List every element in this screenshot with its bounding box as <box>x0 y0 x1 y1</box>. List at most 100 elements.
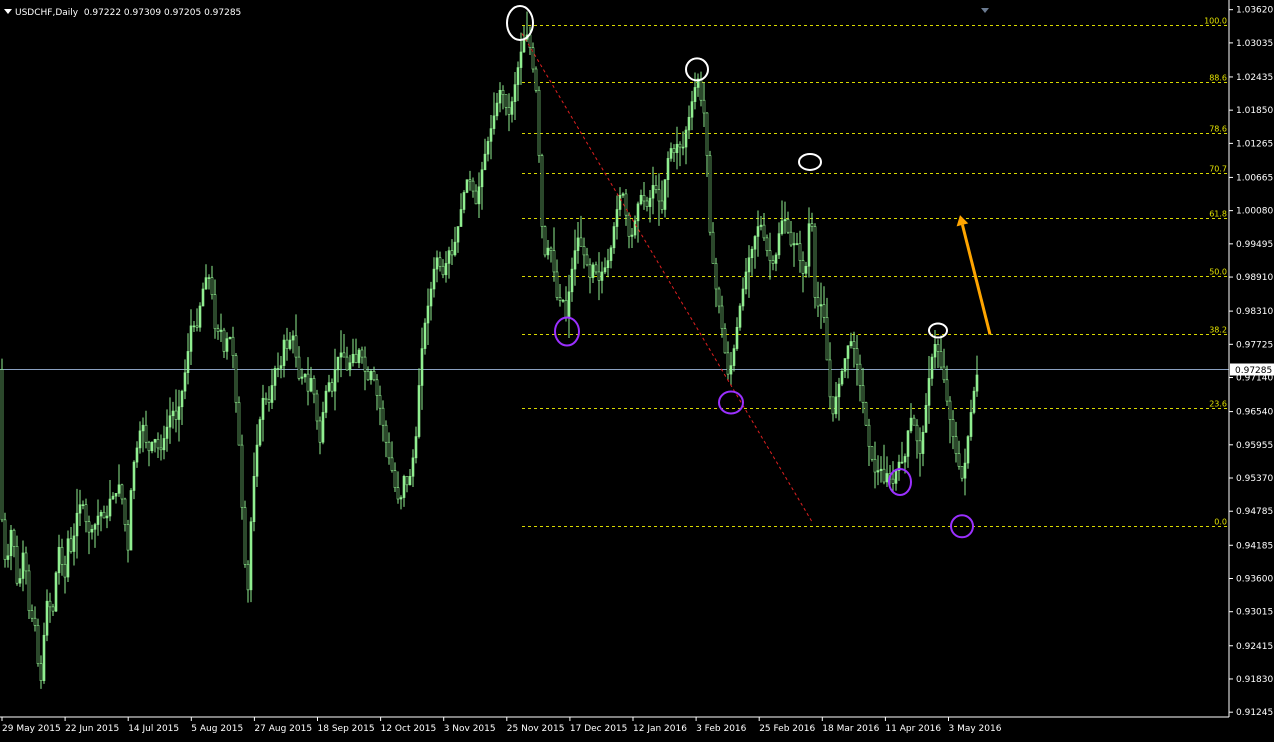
x-tick-label: 22 Jun 2015 <box>65 724 119 734</box>
y-tick-label: 1.01850 <box>1236 106 1273 116</box>
candle-body <box>261 397 265 420</box>
candle-body <box>306 373 310 392</box>
y-tick-label: 0.99495 <box>1236 240 1273 250</box>
swing-high-marker <box>685 57 709 82</box>
candle-body <box>84 504 88 523</box>
candle-body <box>45 600 49 636</box>
candle-body <box>522 38 526 53</box>
candle-body <box>276 368 280 370</box>
candle-body <box>264 397 268 400</box>
candle-body <box>918 440 922 454</box>
candle-body <box>429 288 433 307</box>
fib-level-label: 100.0 <box>1204 17 1227 26</box>
candle-body <box>735 326 739 349</box>
candle-body <box>507 107 511 115</box>
candle-body <box>270 385 274 403</box>
candle-body <box>384 424 388 443</box>
candle-body <box>156 439 160 449</box>
candle-body <box>243 507 247 565</box>
candle-body <box>393 470 397 488</box>
candle-body <box>540 155 544 227</box>
candle-body <box>759 224 763 227</box>
price-chart[interactable]: 100.0 88.6 78.6 70.7 61.8 50.0 38.2 23.6 0.0 0.9… <box>0 0 1274 738</box>
candle-body <box>216 328 220 332</box>
dropdown-triangle-icon[interactable] <box>4 9 12 14</box>
candle-body <box>510 101 514 115</box>
candle-body <box>873 458 877 473</box>
y-tick-label: 1.00665 <box>1236 173 1273 183</box>
x-tick-label: 25 Feb 2016 <box>759 724 815 734</box>
y-tick-label: 0.95955 <box>1236 441 1273 451</box>
candle-body <box>330 382 334 392</box>
candle-body <box>279 365 283 369</box>
candle-body <box>867 424 871 447</box>
trend-line-group <box>521 33 813 522</box>
candle-body <box>786 219 790 233</box>
candle-body <box>975 374 979 392</box>
candle-body <box>483 153 487 171</box>
candle-body <box>702 99 706 114</box>
candle-body <box>813 226 817 298</box>
x-tick-label: 11 Apr 2016 <box>885 724 941 734</box>
x-tick-label: 3 Nov 2015 <box>444 724 496 734</box>
candle-body <box>558 297 562 301</box>
candle-body <box>312 378 316 395</box>
up-arrow-head-icon <box>956 215 969 227</box>
candle-body <box>858 363 862 386</box>
candle-body <box>948 400 952 420</box>
candle-body <box>357 349 361 364</box>
candle-body <box>426 305 430 324</box>
candle-body <box>906 430 910 457</box>
candle-body <box>684 129 688 148</box>
candle-body <box>435 257 439 270</box>
x-tick-label: 27 Aug 2015 <box>254 724 312 734</box>
candle-body <box>915 424 919 442</box>
candle-body <box>750 248 754 259</box>
candle-body <box>825 317 829 361</box>
candle-body <box>213 294 217 330</box>
y-tick-label: 0.94785 <box>1236 507 1273 517</box>
candle-body <box>492 115 496 129</box>
candle-body <box>969 412 973 437</box>
candle-body <box>147 441 151 452</box>
candle-body <box>690 101 694 118</box>
candle-body <box>633 220 637 236</box>
candle-body <box>351 353 355 364</box>
chart-area[interactable]: 100.0 88.6 78.6 70.7 61.8 50.0 38.2 23.6 0.0 0.9… <box>0 0 1274 738</box>
candle-body <box>438 257 442 267</box>
candle-body <box>447 250 451 264</box>
candle-body <box>801 260 805 274</box>
candle-body <box>72 535 76 552</box>
candle-body <box>486 141 490 155</box>
candle-body <box>834 396 838 415</box>
candle-body <box>846 345 850 359</box>
candle-body <box>360 349 364 358</box>
candle-body <box>411 457 415 477</box>
candle-body <box>159 447 163 451</box>
candle-body <box>36 625 40 664</box>
x-tick-label: 12 Oct 2015 <box>381 724 437 734</box>
candle-body <box>828 359 832 398</box>
candle-body <box>870 446 874 460</box>
candle-body <box>636 203 640 222</box>
candle-body <box>879 468 883 471</box>
candle-body <box>177 406 181 420</box>
candle-body <box>585 254 589 266</box>
candle-body <box>96 515 100 525</box>
candle-body <box>453 241 457 256</box>
candle-body <box>714 263 718 290</box>
x-tick-label: 3 May 2016 <box>949 724 1002 734</box>
candle-body <box>705 112 709 156</box>
candle-body <box>576 237 580 251</box>
candle-body <box>180 390 184 408</box>
y-tick-label: 0.95370 <box>1236 474 1273 484</box>
candle-body <box>564 300 568 318</box>
candle-body <box>105 515 109 519</box>
candle-body <box>543 226 547 256</box>
x-tick-label: 18 Mar 2016 <box>822 724 879 734</box>
candle-body <box>297 356 301 379</box>
swing-markers <box>506 5 974 539</box>
candle-body <box>921 432 925 454</box>
candle-body <box>810 223 814 227</box>
candle-body <box>120 484 124 500</box>
